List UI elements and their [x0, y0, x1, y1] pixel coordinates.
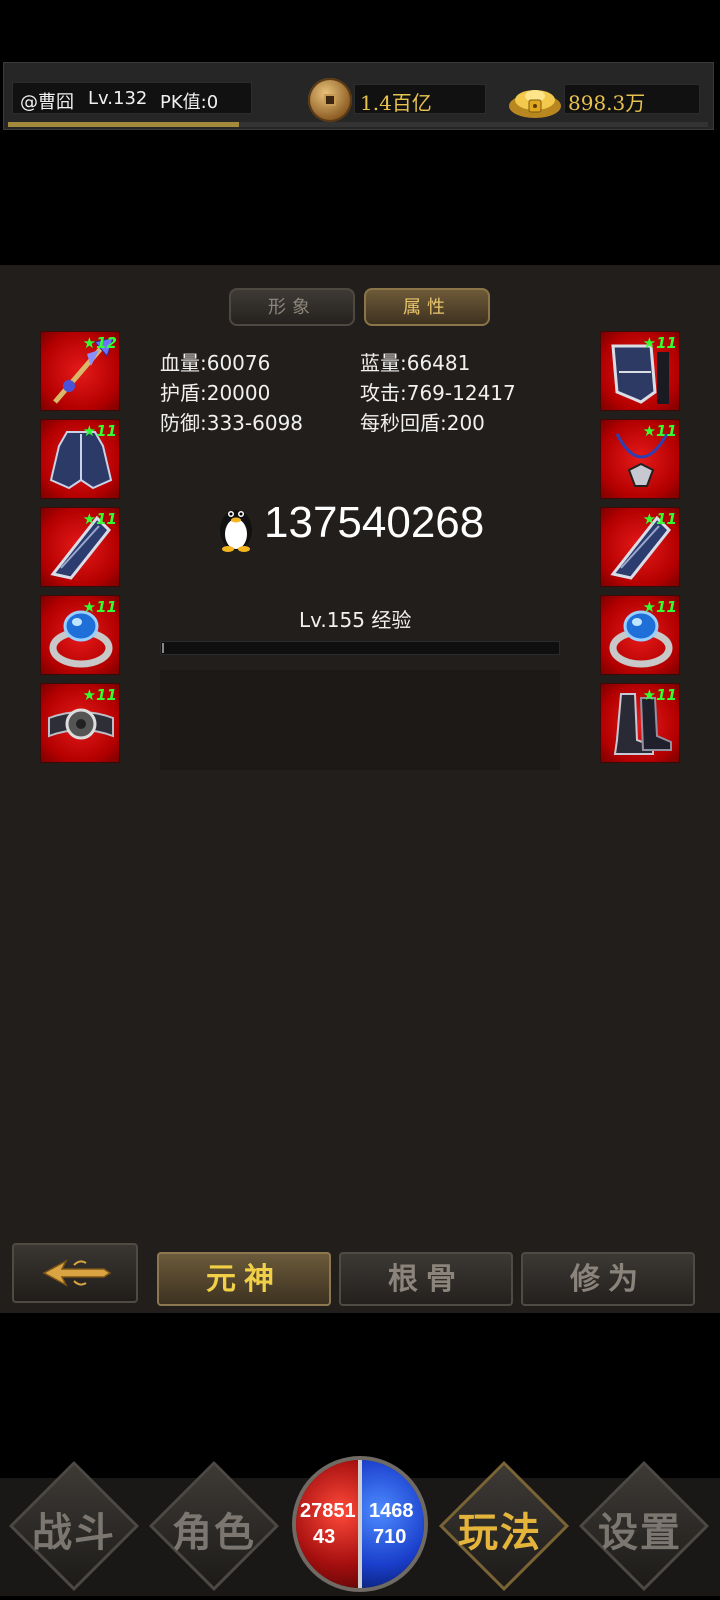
- tab-cultivation[interactable]: 修为: [521, 1252, 695, 1306]
- tab-bone[interactable]: 根骨: [339, 1252, 513, 1306]
- back-arrow-icon: [42, 1259, 112, 1287]
- equip-slot-boots[interactable]: ★11: [600, 683, 680, 763]
- star-level: ★12: [82, 334, 117, 352]
- copper-amount: 1.4百亿: [360, 91, 432, 115]
- stat-mp: 蓝量:66481: [360, 351, 471, 375]
- star-level: ★11: [642, 686, 677, 704]
- hp-orb: [296, 1460, 360, 1588]
- equip-slot-weapon[interactable]: ★12: [40, 331, 120, 411]
- mp-value-bottom: 710: [373, 1526, 407, 1548]
- star-level: ★11: [642, 510, 677, 528]
- tab-look[interactable]: 形象: [229, 288, 355, 326]
- nav-character[interactable]: 角色: [172, 1500, 256, 1558]
- hp-value-top: 27851: [300, 1500, 356, 1522]
- mp-orb: [360, 1460, 424, 1588]
- spirit-level-label: Lv.155 经验: [299, 608, 412, 632]
- gold-ingot-icon: [509, 90, 561, 118]
- coin-hole-icon: [324, 94, 336, 106]
- stat-defense: 防御:333-6098: [160, 411, 304, 435]
- qq-number: 137540268: [264, 498, 485, 547]
- player-name: @曹囧: [20, 92, 74, 113]
- orb-divider: [358, 1460, 362, 1588]
- star-level: ★11: [82, 598, 117, 616]
- equip-slot-ring[interactable]: ★11: [40, 595, 120, 675]
- equip-slot-belt[interactable]: ★11: [40, 683, 120, 763]
- player-level: Lv.132: [88, 88, 148, 109]
- stat-hp: 血量:60076: [160, 351, 271, 375]
- stat-shield: 护盾:20000: [160, 381, 271, 405]
- star-level: ★11: [82, 422, 117, 440]
- player-pk-value: PK值:0: [160, 92, 219, 113]
- hp-mp-orb: [292, 1456, 428, 1592]
- tab-attributes[interactable]: 属性: [364, 288, 490, 326]
- equip-slot-necklace[interactable]: ★11: [600, 419, 680, 499]
- gold-ingot-amount: 898.3万: [568, 91, 646, 115]
- equip-slot-armor[interactable]: ★11: [40, 419, 120, 499]
- spirit-exp-fill: [162, 643, 164, 653]
- nav-settings[interactable]: 设置: [598, 1500, 682, 1558]
- player-exp-fill: [8, 122, 239, 127]
- equip-slot-bracer-right[interactable]: ★11: [600, 507, 680, 587]
- star-level: ★11: [642, 422, 677, 440]
- equip-slot-helmet[interactable]: ★11: [600, 331, 680, 411]
- penguin-icon: [220, 510, 252, 552]
- equip-slot-bracer[interactable]: ★11: [40, 507, 120, 587]
- back-button[interactable]: [12, 1243, 138, 1303]
- info-area: [160, 670, 560, 770]
- star-level: ★11: [642, 334, 677, 352]
- equip-slot-ring-right[interactable]: ★11: [600, 595, 680, 675]
- stat-shield-regen: 每秒回盾:200: [360, 411, 485, 435]
- mp-value-top: 1468: [369, 1500, 414, 1522]
- tab-spirit[interactable]: 元神: [157, 1252, 331, 1306]
- star-level: ★11: [82, 510, 117, 528]
- nav-battle[interactable]: 战斗: [32, 1500, 116, 1558]
- hp-value-bottom: 43: [313, 1526, 336, 1548]
- star-level: ★11: [642, 598, 677, 616]
- stat-attack: 攻击:769-12417: [360, 381, 516, 405]
- star-level: ★11: [82, 686, 117, 704]
- nav-gameplay[interactable]: 玩法: [458, 1500, 542, 1558]
- spirit-exp-bar: [160, 641, 560, 655]
